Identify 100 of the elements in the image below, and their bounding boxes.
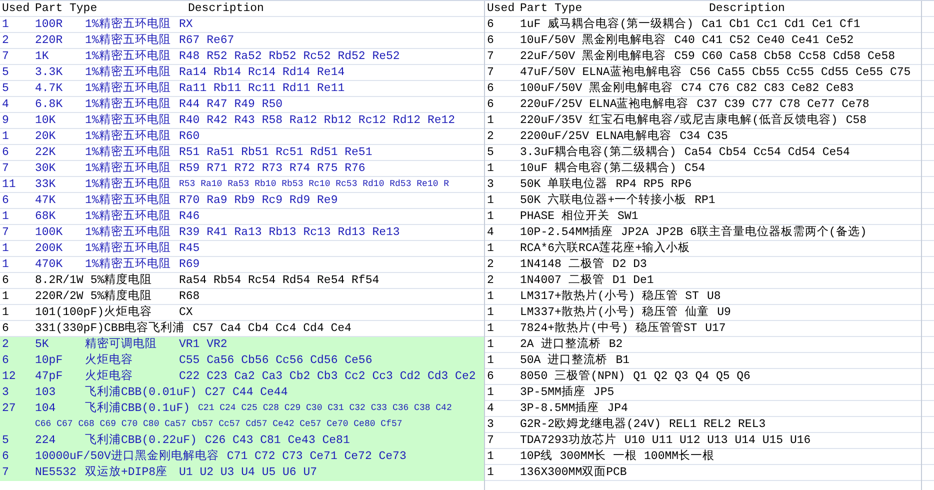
designators-cell: R46 xyxy=(179,209,200,224)
part-cell-text: 10K xyxy=(35,113,57,128)
quantity-cell: 1 xyxy=(2,210,9,223)
part-cell: 2200uF/25V xyxy=(520,129,590,144)
designators-cell: R69 xyxy=(179,257,200,272)
part-cell-text: 30K xyxy=(35,161,57,176)
type-cell: 相位开关 xyxy=(562,209,610,224)
quantity-cell: 7 xyxy=(2,50,9,63)
designators-cell: C58 xyxy=(846,113,867,128)
part-cell: LM317+散热片(小号) xyxy=(520,289,636,304)
designators-cell: VR1 VR2 xyxy=(179,337,228,352)
part-cell-text: 100K xyxy=(35,225,64,240)
part-cell-text: 68K xyxy=(35,209,57,224)
type-cell: 稳压管管ST xyxy=(635,321,698,336)
type-cell: 1%精密五环电阻 xyxy=(85,129,171,144)
type-cell: 威马耦合电容(第一级耦合) xyxy=(548,17,694,32)
quantity-cell: 2 xyxy=(2,34,9,47)
quantity-cell: 12 xyxy=(2,370,16,383)
type-cell: 1%精密五环电阻 xyxy=(85,177,171,192)
part-cell-text: 470K xyxy=(35,257,64,272)
designators-cell: R45 xyxy=(179,241,200,256)
quantity-cell: 1 xyxy=(487,322,494,335)
quantity-cell: 1 xyxy=(487,466,494,479)
part-cell-text: 103 xyxy=(35,385,57,400)
type-cell: 飞利浦CBB(0.1uF) xyxy=(85,401,190,416)
quantity-cell: 7 xyxy=(487,66,494,79)
type-cell: ELNA蓝袍电解电容 xyxy=(589,97,689,112)
designators-cell: JP2A JP2B 6联主音量电位器板需两个(备选) xyxy=(621,225,867,240)
type-cell: 1%精密五环电阻 xyxy=(85,257,171,272)
designators-cell: C27 C44 Ce44 xyxy=(204,385,288,400)
type-cell: 1%精密五环电阻 xyxy=(85,225,171,240)
column-header: Description xyxy=(188,1,264,16)
quantity-cell: 6 xyxy=(487,370,494,383)
designators-cell: C57 Ca4 Cb4 Cc4 Cd4 Ce4 xyxy=(192,321,352,336)
part-cell: 100uF/50V xyxy=(520,81,582,96)
designators-cell: C71 C72 C73 Ce71 Ce72 Ce73 xyxy=(226,449,406,464)
part-cell-text: 47K xyxy=(35,193,57,208)
part-cell-text: 10pF xyxy=(35,353,64,368)
part-cell-text: 5K xyxy=(35,337,50,352)
part-cell-text: 200K xyxy=(35,241,64,256)
part-cell: 8050 xyxy=(520,369,548,384)
designators-cell: RX xyxy=(179,17,193,32)
designators-cell-text: C66 C67 C68 C69 C70 C80 Ca57 Cb57 Cc57 Cd57 Ce42 Ce57 Ce70 Ce80 Cf57 xyxy=(35,418,402,431)
type-cell: 二极管 xyxy=(568,257,604,272)
type-cell: 1%精密五环电阻 xyxy=(85,241,171,256)
column-header: Part Type xyxy=(35,2,98,15)
part-cell: 3P-8.5MM插座 xyxy=(520,401,600,416)
designators-cell: C56 Ca55 Cb55 Cc55 Cd55 Ce55 C75 xyxy=(690,65,911,80)
part-cell: 2A xyxy=(520,337,534,352)
part-cell: 220uF/25V xyxy=(520,97,582,112)
quantity-cell: 6 xyxy=(487,18,494,31)
part-cell: 10P-2.54MM插座 xyxy=(520,225,614,240)
type-cell: 耦合电容(第二级耦合) xyxy=(554,161,676,176)
type-cell: 稳压管 ST xyxy=(642,289,699,304)
designators-cell: R48 R52 Ra52 Rb52 Rc52 Rd52 Re52 xyxy=(179,49,400,64)
quantity-cell: 7 xyxy=(2,466,9,479)
designators-cell: SW1 xyxy=(618,209,638,224)
quantity-cell: 1 xyxy=(487,354,494,367)
type-cell: 火炬电容 xyxy=(85,369,133,384)
designators-cell: R67 Re67 xyxy=(179,33,234,48)
type-cell: 单联电位器 xyxy=(548,177,608,192)
designators-cell: U1 U2 U3 U4 U5 U6 U7 xyxy=(179,465,318,480)
part-cell: G2R-2欧姆龙继电器(24V) xyxy=(520,417,662,432)
type-cell: 1%精密五环电阻 xyxy=(85,17,171,32)
type-cell: 火炬电容 xyxy=(85,353,133,368)
designators-cell: U9 xyxy=(717,305,731,320)
type-cell: 进口整流桥 xyxy=(540,337,601,352)
part-cell-text: 220R xyxy=(35,33,64,48)
column-header: Part Type xyxy=(520,2,582,15)
part-cell: 1N4148 xyxy=(520,257,562,272)
quantity-cell: 1 xyxy=(2,306,9,319)
quantity-cell: 1 xyxy=(2,290,9,303)
quantity-cell: 1 xyxy=(2,258,9,271)
part-cell-text: 104 xyxy=(35,401,57,416)
quantity-cell: 5 xyxy=(487,146,494,159)
designators-cell: B1 xyxy=(616,353,630,368)
part-cell-text: 224 xyxy=(35,433,57,448)
quantity-cell: 6 xyxy=(2,274,9,287)
quantity-cell: 1 xyxy=(487,114,494,127)
quantity-cell: 1 xyxy=(487,338,494,351)
type-cell: 1%精密五环电阻 xyxy=(85,65,171,80)
designators-cell: R70 Ra9 Rb9 Rc9 Rd9 Re9 xyxy=(179,193,338,208)
designators-cell: U17 xyxy=(705,321,726,336)
designators-cell: R60 xyxy=(179,129,200,144)
type-cell: ELNA蓝袍电解电容 xyxy=(582,65,682,80)
quantity-cell: 5 xyxy=(2,434,9,447)
designators-cell: Q1 Q2 Q3 Q4 Q5 Q6 xyxy=(633,369,750,384)
designators-cell: CX xyxy=(179,305,193,320)
quantity-cell: 6 xyxy=(487,34,494,47)
designators-cell-text: R53 Ra10 Ra53 Rb10 Rb53 Rc10 Rc53 Rd10 Rd53 Re10 R xyxy=(179,178,450,191)
type-cell: 5%精度电阻 xyxy=(90,273,152,288)
designators-cell: C59 C60 Ca58 Cb58 Cc58 Cd58 Ce58 xyxy=(674,49,896,64)
quantity-cell: 7 xyxy=(487,434,494,447)
part-cell: 50K xyxy=(520,177,541,192)
part-cell: LM337+散热片(小号) xyxy=(520,305,636,320)
quantity-cell: 2 xyxy=(487,130,494,143)
quantity-cell: 1 xyxy=(487,194,494,207)
designators-cell: RP1 xyxy=(694,193,716,208)
part-cell-text: 47pF xyxy=(35,369,64,384)
part-cell-text: NE5532 xyxy=(35,465,78,480)
